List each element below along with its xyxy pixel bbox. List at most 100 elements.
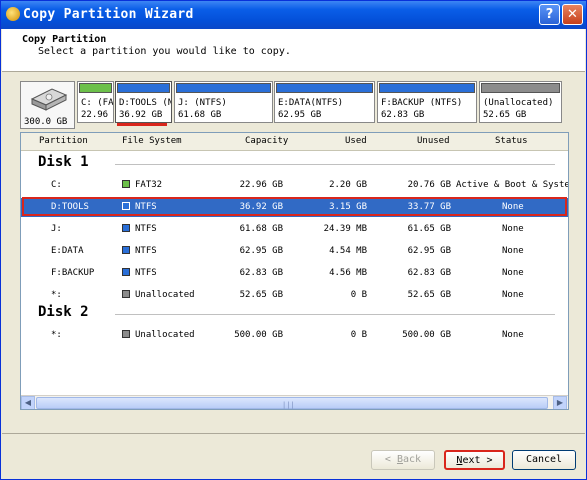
partition-size: 61.68 GB [178, 110, 222, 120]
divider [115, 314, 555, 315]
arrow-right-icon: ▶ [556, 398, 564, 407]
cell-file-system: Unallocated [122, 330, 195, 340]
cell-capacity: 61.68 GB [239, 224, 283, 234]
cell-unused: 500.00 GB [402, 330, 451, 340]
cell-partition: *: [51, 290, 62, 300]
partition-bar [276, 83, 373, 93]
partition-size: 52.65 GB [483, 110, 527, 120]
scrollbar-thumb[interactable]: ||| [36, 397, 548, 409]
ntfs-swatch-icon [122, 224, 130, 232]
help-button[interactable]: ? [539, 4, 560, 25]
column-header-capacity[interactable]: Capacity [245, 136, 288, 146]
table-row[interactable]: E:DATA NTFS 62.95 GB 4.54 MB 62.95 GB No… [21, 242, 568, 261]
cell-partition: E:DATA [51, 246, 84, 256]
disk-2-label: Disk 2 [38, 304, 89, 320]
disk-map-partition-e-data[interactable]: E:DATA(NTFS) 62.95 GB [274, 81, 375, 123]
fs-label: NTFS [135, 224, 157, 234]
cell-unused: 33.77 GB [407, 202, 451, 212]
scroll-right-button[interactable]: ▶ [553, 396, 567, 409]
cell-partition: C: [51, 180, 62, 190]
fs-label: NTFS [135, 246, 157, 256]
cell-used: 0 B [350, 330, 367, 340]
header-title: Copy Partition [22, 34, 107, 45]
app-icon [6, 7, 20, 21]
cell-status: None [502, 330, 524, 340]
cell-capacity: 52.65 GB [239, 290, 283, 300]
close-button[interactable]: ✕ [562, 4, 583, 25]
cancel-button[interactable]: Cancel [512, 450, 576, 470]
column-header-unused[interactable]: Unused [417, 136, 450, 146]
cell-used: 4.56 MB [329, 268, 367, 278]
copy-partition-wizard-window: Copy Partition Wizard ? ✕ Copy Partition… [0, 0, 587, 480]
fat32-swatch-icon [122, 180, 130, 188]
cell-file-system: NTFS [122, 268, 157, 278]
divider [115, 164, 555, 165]
cell-file-system: FAT32 [122, 180, 162, 190]
partition-bar [79, 83, 112, 93]
cell-used: 4.54 MB [329, 246, 367, 256]
fs-label: FAT32 [135, 180, 163, 190]
column-header-row: Partition File System Capacity Used Unus… [21, 133, 568, 151]
cell-partition: F:BACKUP [51, 268, 95, 278]
table-row[interactable]: J: NTFS 61.68 GB 24.39 MB 61.65 GB None [21, 220, 568, 239]
partition-bar [481, 83, 560, 93]
cell-status: None [502, 268, 524, 278]
table-row[interactable]: *: Unallocated 52.65 GB 0 B 52.65 GB Non… [21, 286, 568, 305]
partition-bar [176, 83, 271, 93]
disk-map-partition-j[interactable]: J: (NTFS) 61.68 GB [174, 81, 273, 123]
cell-file-system: NTFS [122, 246, 157, 256]
cell-capacity: 62.83 GB [239, 268, 283, 278]
cell-unused: 62.83 GB [407, 268, 451, 278]
selected-partition-underline [117, 123, 167, 126]
disk-map-partition-f-backup[interactable]: F:BACKUP (NTFS) 62.83 GB [377, 81, 477, 123]
disk-map-partition-c[interactable]: C: (FA' 22.96 [77, 81, 114, 123]
grip-icon: ||| [282, 401, 295, 409]
ntfs-swatch-icon [122, 202, 130, 210]
disk-block[interactable]: 300.0 GB [20, 81, 75, 129]
cell-capacity: 22.96 GB [239, 180, 283, 190]
next-button[interactable]: Next > [444, 450, 505, 470]
hard-disk-icon [30, 88, 68, 111]
arrow-left-icon: ◀ [24, 398, 32, 407]
cell-status: None [502, 246, 524, 256]
cell-file-system: NTFS [122, 202, 157, 212]
scroll-left-button[interactable]: ◀ [21, 396, 35, 409]
back-button[interactable]: < Back [371, 450, 435, 470]
cell-status: None [502, 202, 524, 212]
cell-status: None [502, 290, 524, 300]
cell-unused: 61.65 GB [407, 224, 451, 234]
table-row-selected[interactable]: D:TOOLS NTFS 36.92 GB 3.15 GB 33.77 GB N… [21, 198, 568, 217]
title-bar[interactable]: Copy Partition Wizard ? ✕ [1, 1, 586, 29]
cell-partition: J: [51, 224, 62, 234]
cell-file-system: NTFS [122, 224, 157, 234]
table-row[interactable]: *: Unallocated 500.00 GB 0 B 500.00 GB N… [21, 326, 568, 345]
cell-status: Active & Boot & Systen [456, 180, 569, 190]
fs-label: Unallocated [135, 330, 195, 340]
ntfs-swatch-icon [122, 268, 130, 276]
column-header-file-system[interactable]: File System [122, 136, 182, 146]
column-header-status[interactable]: Status [495, 136, 528, 146]
disk-map-partition-d-tools[interactable]: D:TOOLS (NT 36.92 GB [115, 81, 172, 123]
partition-list[interactable]: Partition File System Capacity Used Unus… [20, 132, 569, 410]
horizontal-scrollbar[interactable]: ◀ ||| ▶ [21, 395, 568, 409]
table-row[interactable]: C: FAT32 22.96 GB 2.20 GB 20.76 GB Activ… [21, 176, 568, 195]
footer-divider [2, 433, 585, 434]
column-header-used[interactable]: Used [345, 136, 367, 146]
disk-map-partition-unallocated[interactable]: (Unallocated) 52.65 GB [479, 81, 562, 123]
partition-name: F:BACKUP (NTFS) [381, 98, 463, 108]
column-header-partition[interactable]: Partition [39, 136, 88, 146]
partition-bar [379, 83, 475, 93]
cell-status: None [502, 224, 524, 234]
disk-1-label: Disk 1 [38, 154, 89, 170]
unallocated-swatch-icon [122, 290, 130, 298]
help-icon: ? [545, 7, 554, 22]
cell-partition: D:TOOLS [51, 202, 89, 212]
partition-size: 62.95 GB [278, 110, 322, 120]
back-prefix: < [384, 454, 397, 465]
fs-label: NTFS [135, 268, 157, 278]
disk-size-label: 300.0 GB [24, 117, 68, 127]
partition-size: 22.96 [81, 110, 109, 120]
cell-unused: 52.65 GB [407, 290, 451, 300]
cell-capacity: 500.00 GB [234, 330, 283, 340]
table-row[interactable]: F:BACKUP NTFS 62.83 GB 4.56 MB 62.83 GB … [21, 264, 568, 283]
